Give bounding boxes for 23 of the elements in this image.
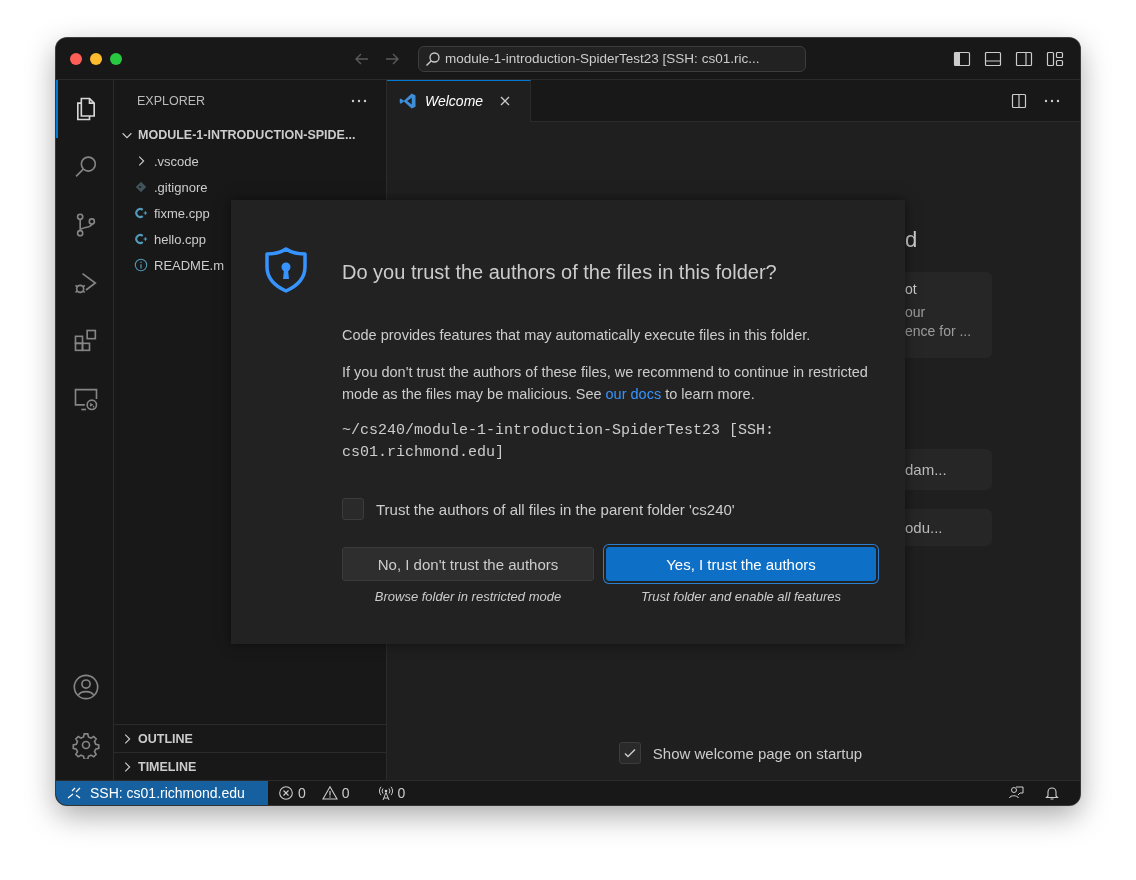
folder-path: ~/cs240/module-1-introduction-SpiderTest23 [SSH: cs01.richmond.edu]	[342, 421, 776, 463]
card-text: odu...	[905, 518, 944, 537]
file-name: README.m	[154, 257, 225, 273]
file-name: hello.cpp	[154, 231, 207, 247]
card-text: ence for ...	[905, 322, 973, 341]
file-name: .gitignore	[154, 179, 208, 195]
dialog-message: Code provides features that may automatically execute files in this folder.	[342, 326, 812, 345]
welcome-heading: d	[905, 226, 919, 254]
checkbox-label: Trust the authors of all files in the parent folder 'cs240'	[376, 500, 735, 518]
section-title: TIMELINE	[138, 759, 197, 774]
checkbox-label: Show welcome page on startup	[652, 744, 863, 762]
button-caption: Browse folder in restricted mode	[374, 589, 562, 604]
file-name: fixme.cpp	[154, 205, 210, 221]
file-name: .vscode	[154, 153, 199, 169]
dialog-message: If you don't trust the authors of these files, we recommend to continue in restricted mode as the files may be malicious. See our docs to learn more.	[342, 363, 869, 404]
button-caption: Trust folder and enable all features	[641, 589, 841, 604]
section-title: OUTLINE	[138, 731, 193, 746]
sidebar-title: EXPLORER	[137, 94, 206, 108]
card-text: dam...	[905, 460, 948, 479]
card-text: ot	[905, 280, 918, 299]
folder-name: MODULE-1-INTRODUCTION-SPIDE...	[138, 128, 356, 142]
dialog-title: Do you trust the authors of the files in this folder?	[342, 260, 778, 285]
card-text: our	[905, 303, 927, 322]
